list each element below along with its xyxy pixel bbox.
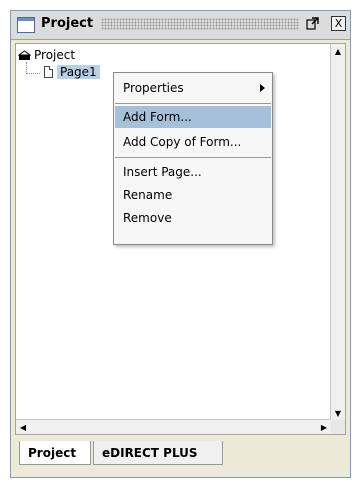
tab-bar: Project eDIRECT PLUS (15, 441, 346, 471)
tree-node-label: Page1 (57, 65, 100, 79)
context-menu: Properties Add Form... Add Copy of Form.… (113, 72, 273, 245)
menu-separator (115, 157, 271, 158)
tab-edirect-plus[interactable]: eDIRECT PLUS (93, 441, 223, 465)
tree-node-page1[interactable]: Page1 (44, 64, 100, 80)
menu-item-add-form[interactable]: Add Form... (115, 106, 271, 128)
menu-item-label: Properties (123, 81, 184, 95)
scroll-left-icon[interactable]: ◀ (16, 420, 30, 434)
tree-node-project[interactable]: Project (17, 47, 76, 63)
menu-item-remove[interactable]: Remove (115, 207, 271, 229)
menu-item-insert-page[interactable]: Insert Page... (115, 161, 271, 183)
vertical-scrollbar[interactable]: ▲ ▼ (330, 44, 345, 420)
menu-item-add-copy-of-form[interactable]: Add Copy of Form... (115, 131, 271, 153)
scrollbar-corner (331, 420, 345, 434)
panel-titlebar[interactable]: Project X (11, 11, 350, 40)
menu-item-label: Remove (123, 211, 172, 225)
menu-item-label: Rename (123, 188, 173, 202)
panel-title: Project (41, 16, 94, 31)
project-icon (17, 49, 32, 61)
titlebar-grip[interactable] (101, 18, 299, 30)
window-icon (17, 17, 35, 33)
menu-item-label: Insert Page... (123, 165, 202, 179)
horizontal-scrollbar[interactable]: ◀ ▶ (16, 419, 331, 434)
undock-icon[interactable] (305, 16, 319, 30)
menu-item-properties[interactable]: Properties (115, 77, 271, 99)
menu-item-label: Add Form... (123, 110, 192, 124)
page-icon (44, 66, 53, 78)
tree-node-label: Project (34, 48, 76, 62)
submenu-arrow-icon (260, 84, 265, 92)
scroll-right-icon[interactable]: ▶ (317, 420, 331, 434)
tab-project[interactable]: Project (19, 441, 91, 465)
menu-separator (115, 103, 271, 104)
menu-item-rename[interactable]: Rename (115, 184, 271, 206)
scroll-up-icon[interactable]: ▲ (331, 44, 345, 58)
menu-item-label: Add Copy of Form... (123, 135, 242, 149)
close-icon[interactable]: X (331, 16, 346, 31)
tree-connector (26, 73, 40, 74)
scroll-down-icon[interactable]: ▼ (331, 406, 345, 420)
